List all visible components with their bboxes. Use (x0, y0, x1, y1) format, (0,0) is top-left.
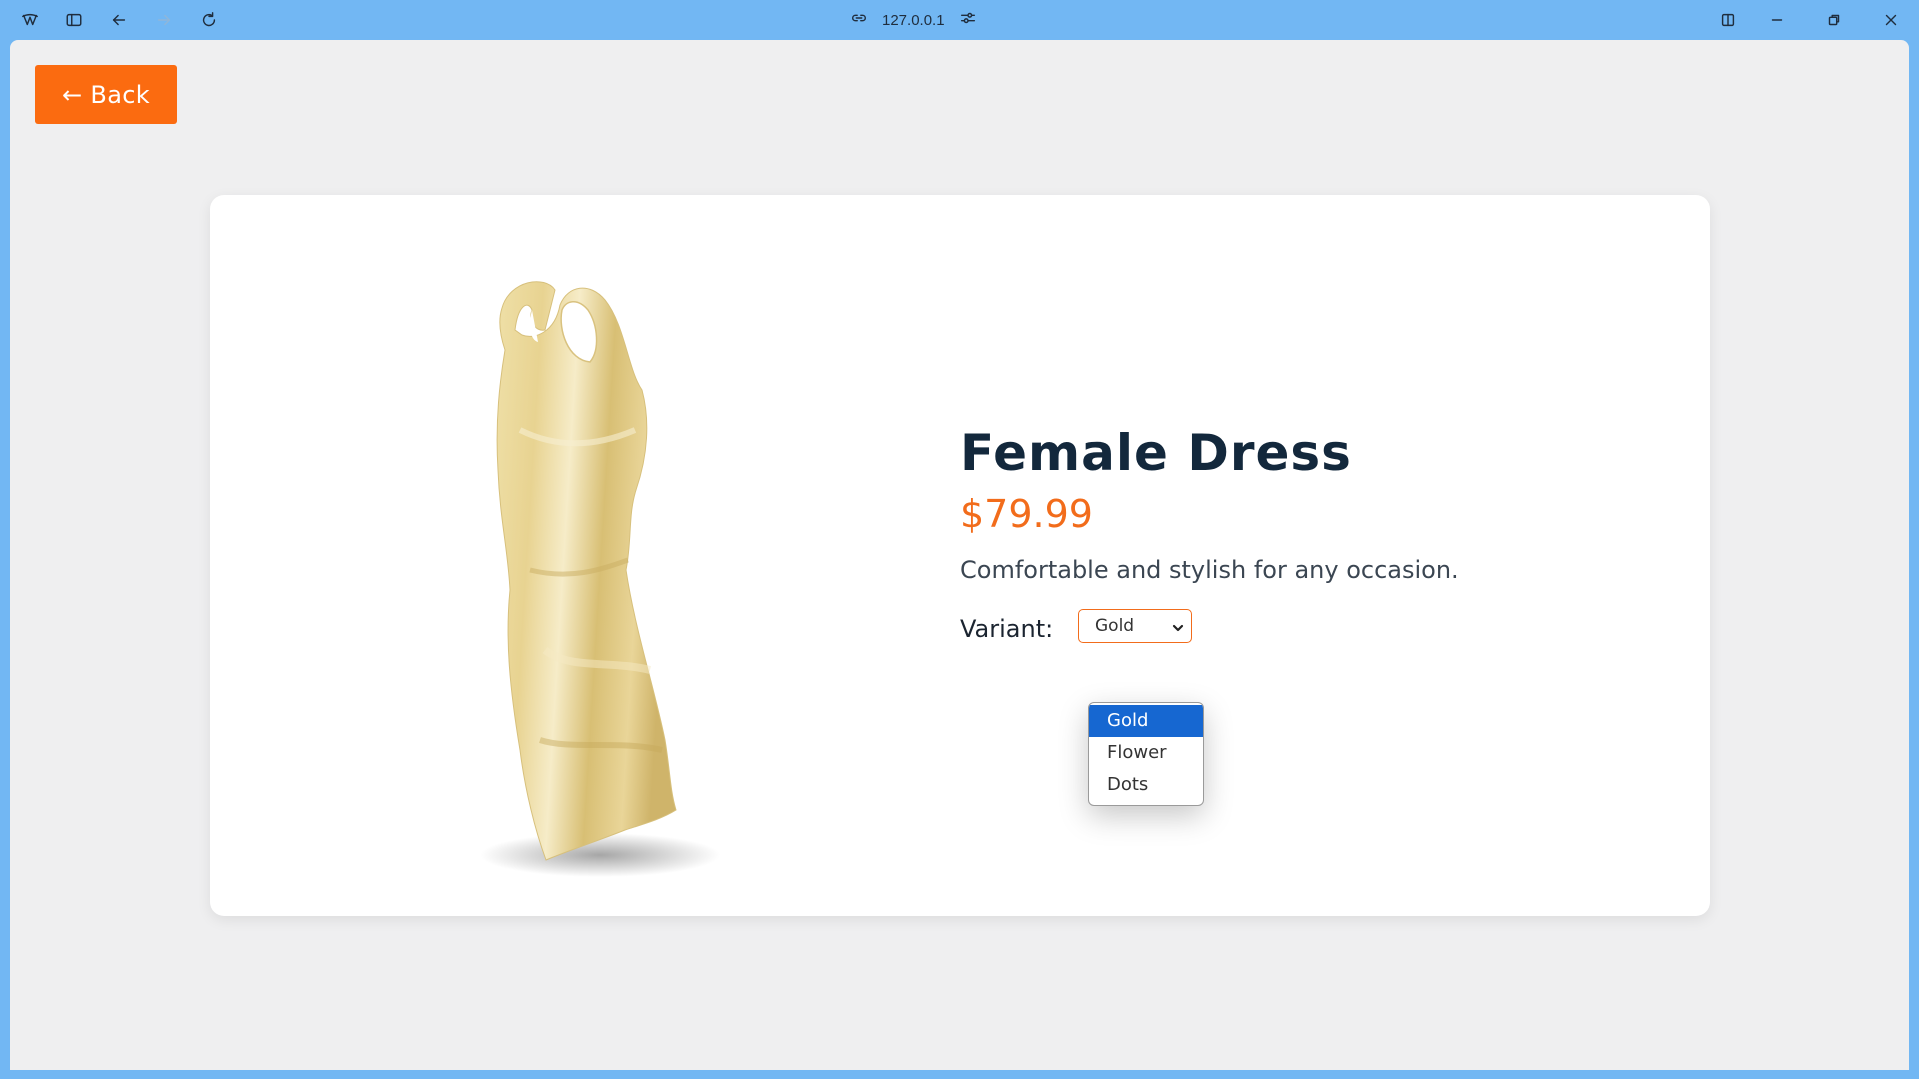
close-icon[interactable] (1877, 6, 1905, 34)
restore-icon[interactable] (1820, 6, 1848, 34)
app-logo-icon[interactable] (16, 6, 44, 34)
link-icon (850, 9, 868, 31)
chevron-down-icon (1171, 620, 1185, 634)
variant-label: Variant: (960, 615, 1054, 643)
back-button[interactable]: ← Back (35, 65, 177, 124)
variant-option-dots[interactable]: Dots (1089, 769, 1203, 801)
back-arrow-icon[interactable] (105, 6, 133, 34)
split-view-icon[interactable] (1714, 6, 1742, 34)
product-description: Comfortable and stylish for any occasion… (960, 556, 1459, 584)
product-title: Female Dress (960, 424, 1352, 482)
product-info: Female Dress $79.99 Comfortable and styl… (960, 423, 1459, 643)
product-price: $79.99 (960, 492, 1093, 536)
forward-arrow-icon (150, 6, 178, 34)
site-settings-icon[interactable] (959, 9, 977, 31)
browser-toolbar: 127.0.0.1 (0, 0, 1919, 40)
page-viewport: ← Back Female Dress $79.99 Comfortable a… (10, 40, 1909, 1070)
variant-option-gold[interactable]: Gold (1089, 705, 1203, 737)
sidebar-toggle-icon[interactable] (60, 6, 88, 34)
variant-option-flower[interactable]: Flower (1089, 737, 1203, 769)
variant-row: Variant: Gold (960, 609, 1192, 643)
product-card: Female Dress $79.99 Comfortable and styl… (210, 195, 1710, 916)
address-bar[interactable]: 127.0.0.1 (850, 8, 977, 32)
minimize-icon[interactable] (1763, 6, 1791, 34)
url-text[interactable]: 127.0.0.1 (882, 12, 945, 29)
reload-icon[interactable] (195, 6, 223, 34)
variant-select[interactable]: Gold (1078, 609, 1192, 643)
variant-select-value: Gold (1095, 616, 1135, 636)
variant-dropdown-list: Gold Flower Dots (1088, 702, 1204, 806)
product-image (480, 281, 720, 877)
